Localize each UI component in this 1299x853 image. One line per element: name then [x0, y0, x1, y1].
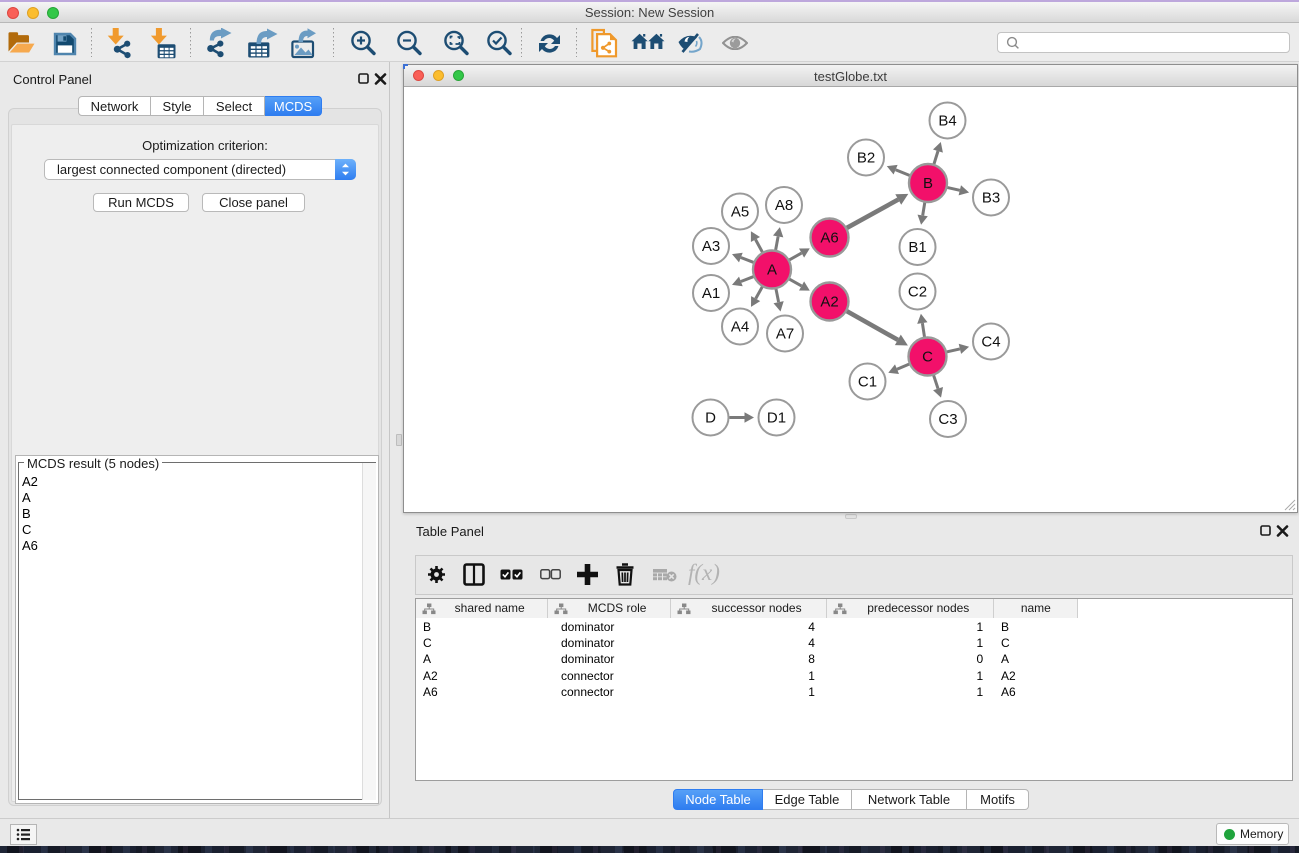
- svg-text:D: D: [705, 410, 716, 427]
- svg-text:C4: C4: [981, 334, 1000, 351]
- svg-text:A6: A6: [820, 230, 838, 247]
- svg-text:B2: B2: [857, 150, 875, 167]
- svg-text:C3: C3: [938, 411, 957, 428]
- svg-text:A7: A7: [776, 326, 794, 343]
- svg-text:B3: B3: [982, 190, 1000, 207]
- svg-text:A5: A5: [731, 204, 749, 221]
- svg-text:C2: C2: [908, 284, 927, 301]
- svg-text:B1: B1: [908, 239, 926, 256]
- svg-text:A2: A2: [820, 294, 838, 311]
- svg-text:A3: A3: [702, 238, 720, 255]
- svg-text:A8: A8: [775, 197, 793, 214]
- svg-text:B: B: [923, 175, 933, 192]
- svg-text:A4: A4: [731, 319, 749, 336]
- svg-text:D1: D1: [767, 410, 786, 427]
- svg-text:B4: B4: [938, 113, 956, 130]
- svg-text:A1: A1: [702, 285, 720, 302]
- svg-text:A: A: [767, 262, 777, 279]
- svg-text:C: C: [922, 349, 933, 366]
- svg-text:C1: C1: [858, 374, 877, 391]
